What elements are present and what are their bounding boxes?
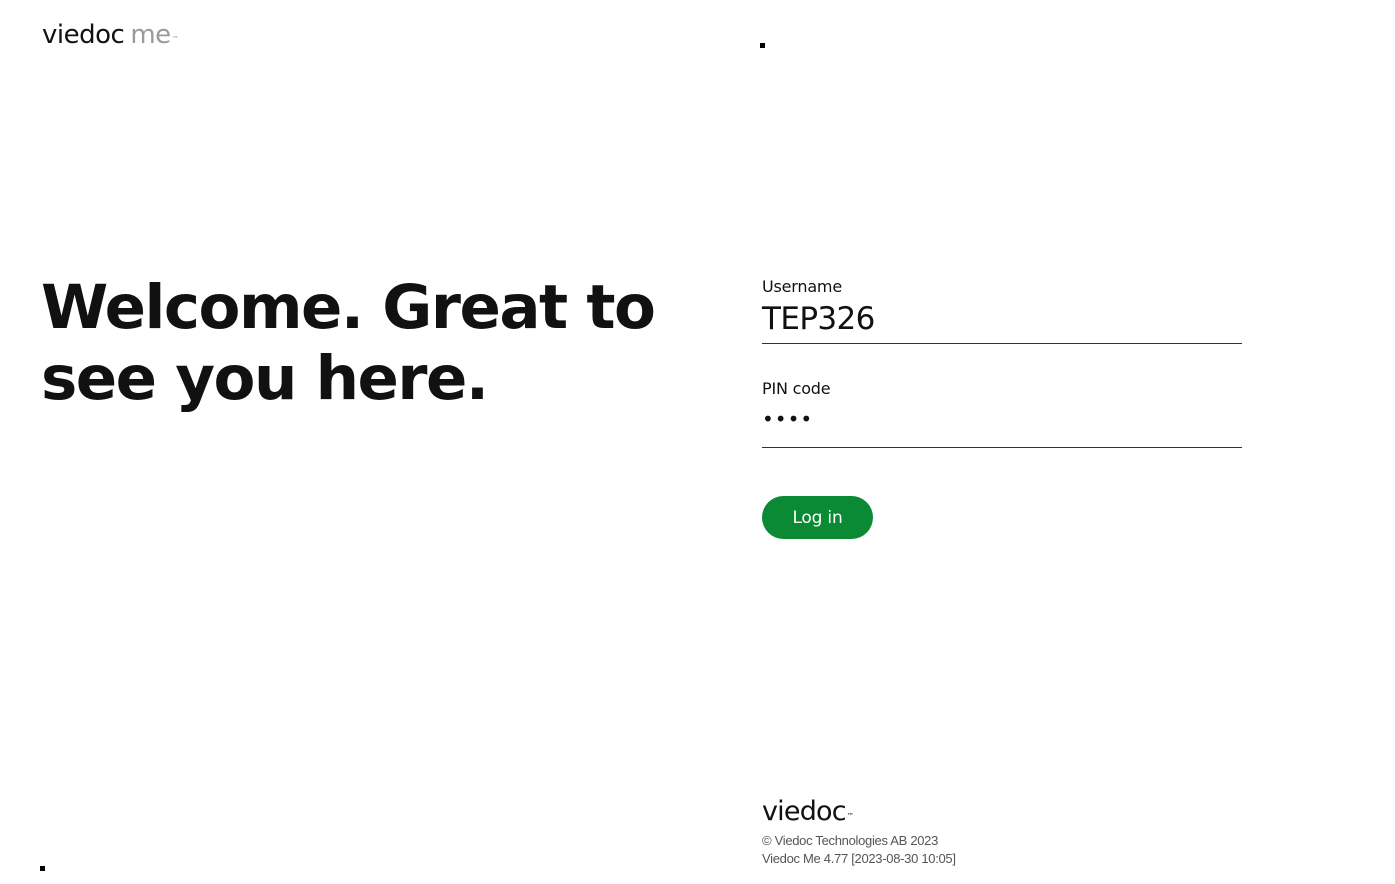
logo-me-text: me	[130, 20, 171, 50]
login-page: viedoc me™ Welcome. Great to see you here…	[0, 0, 1395, 884]
pin-input[interactable]: ••••	[762, 400, 1242, 448]
viedoc-me-logo: viedoc me™	[42, 18, 179, 52]
footer-logo-trademark: ™	[846, 812, 854, 820]
welcome-heading: Welcome. Great to see you here.	[41, 272, 656, 414]
footer: viedoc™ © Viedoc Technologies AB 2023 Vi…	[762, 796, 956, 868]
username-field: Username TEP326	[762, 276, 1242, 344]
pin-field: PIN code ••••	[762, 378, 1242, 448]
login-button[interactable]: Log in	[762, 496, 873, 539]
logo-brand-text: viedoc	[42, 20, 125, 50]
pin-label: PIN code	[762, 379, 831, 398]
login-form: Username TEP326 PIN code •••• Log in	[762, 276, 1242, 539]
username-input[interactable]: TEP326	[762, 298, 1242, 344]
logo-trademark: ™	[171, 35, 179, 43]
footer-logo-text: viedoc	[762, 796, 847, 827]
copyright-text: © Viedoc Technologies AB 2023	[762, 833, 939, 848]
viedoc-footer-logo: viedoc™	[762, 796, 956, 828]
username-label: Username	[762, 277, 842, 296]
decorative-dot-bottom	[40, 866, 45, 871]
version-text: Viedoc Me 4.77 [2023-08-30 10:05]	[762, 851, 956, 866]
decorative-dot-top	[760, 43, 765, 48]
